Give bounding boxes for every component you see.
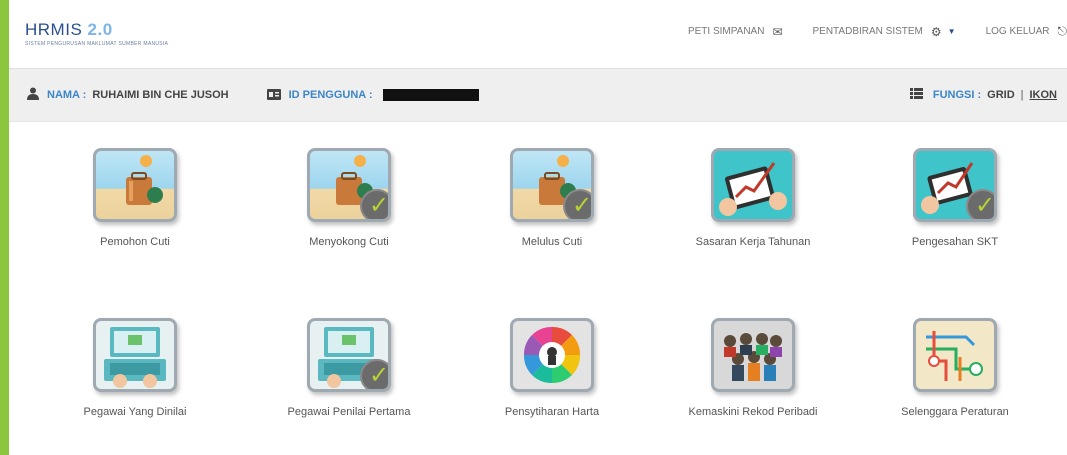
fungsi-separator: | [1020, 89, 1024, 101]
list-icon [909, 88, 923, 102]
user-icon [27, 87, 39, 103]
tablet-chart-icon [913, 148, 997, 222]
logo-version: 2.0 [87, 20, 113, 39]
tile-pegawai-penilai-pertama[interactable]: Pegawai Penilai Pertama [259, 318, 439, 418]
id-card-icon [266, 88, 281, 103]
fungsi-grid-link[interactable]: GRID [987, 89, 1015, 101]
luggage-beach-icon [93, 148, 177, 222]
checkmark-icon [563, 189, 591, 219]
tile-selenggara-peraturan[interactable]: Selenggara Peraturan [865, 318, 1045, 418]
tile-label: Melulus Cuti [521, 236, 583, 248]
checkmark-icon [966, 189, 994, 219]
tile-label: Selenggara Peraturan [901, 406, 1009, 418]
tile-pengesahan-skt[interactable]: Pengesahan SKT [865, 148, 1045, 248]
color-wheel-icon [510, 318, 594, 392]
tile-label: Pensytiharan Harta [504, 406, 600, 418]
tile-menyokong-cuti[interactable]: Menyokong Cuti [259, 148, 439, 248]
gear-icon: ⚙ [930, 24, 942, 39]
left-accent-bar [0, 0, 9, 455]
user-name-group: NAMA : RUHAIMI BIN CHE JUSOH [27, 87, 229, 103]
tile-pemohon-cuti[interactable]: Pemohon Cuti [45, 148, 225, 248]
luggage-beach-icon [510, 148, 594, 222]
top-nav: PETI SIMPANAN ✉ PENTADBIRAN SISTEM ⚙ ▼ L… [658, 24, 1067, 39]
tile-label: Kemaskini Rekod Peribadi [688, 406, 818, 418]
group-people-icon [711, 318, 795, 392]
logo-title: HRMIS [25, 20, 83, 39]
fungsi-ikon-link[interactable]: IKON [1030, 89, 1058, 101]
id-pengguna-redacted [382, 89, 479, 101]
nama-label: NAMA : [47, 89, 87, 101]
tile-sasaran-kerja-tahunan[interactable]: Sasaran Kerja Tahunan [663, 148, 843, 248]
fungsi-view-toggle: FUNGSI : GRID | IKON [909, 88, 1058, 102]
chevron-down-icon: ▼ [947, 27, 956, 36]
tile-melulus-cuti[interactable]: Melulus Cuti [462, 148, 642, 248]
tile-label: Pegawai Penilai Pertama [287, 406, 411, 418]
tile-pensytiharan-harta[interactable]: Pensytiharan Harta [462, 318, 642, 418]
envelope-icon: ✉ [772, 24, 783, 39]
user-id-group: ID PENGGUNA : [266, 88, 479, 103]
laptop-hands-icon [307, 318, 391, 392]
nav-log-keluar-label: LOG KELUAR [985, 26, 1050, 37]
luggage-beach-icon [307, 148, 391, 222]
laptop-hands-icon [93, 318, 177, 392]
header: HRMIS 2.0 SISTEM PENGURUSAN MAKLUMAT SUM… [9, 0, 1067, 68]
module-grid: Pemohon Cuti Menyokong Cuti Melulus Cuti… [9, 122, 1067, 455]
app-logo[interactable]: HRMIS 2.0 SISTEM PENGURUSAN MAKLUMAT SUM… [25, 20, 168, 47]
nav-peti-simpanan[interactable]: PETI SIMPANAN ✉ [688, 25, 783, 39]
id-pengguna-label: ID PENGGUNA : [288, 89, 373, 101]
checkmark-icon [360, 189, 388, 219]
nav-pentadbiran-sistem-label: PENTADBIRAN SISTEM [812, 26, 923, 37]
tile-label: Pengesahan SKT [911, 236, 999, 248]
nav-peti-simpanan-label: PETI SIMPANAN [687, 26, 765, 37]
tile-label: Sasaran Kerja Tahunan [695, 236, 811, 248]
tablet-chart-icon [711, 148, 795, 222]
tile-label: Pegawai Yang Dinilai [83, 406, 187, 418]
tile-label: Pemohon Cuti [100, 236, 170, 248]
tile-kemaskini-rekod-peribadi[interactable]: Kemaskini Rekod Peribadi [663, 318, 843, 418]
logo-subtitle: SISTEM PENGURUSAN MAKLUMAT SUMBER MANUSI… [25, 41, 169, 47]
checkmark-icon [360, 359, 388, 389]
logout-icon: ⎋ [1057, 24, 1067, 38]
nav-log-keluar[interactable]: LOG KELUAR ⎋ [986, 24, 1067, 39]
tile-label: Menyokong Cuti [309, 236, 389, 248]
tile-pegawai-yang-dinilai[interactable]: Pegawai Yang Dinilai [45, 318, 225, 418]
fungsi-label: FUNGSI : [932, 89, 982, 101]
flow-map-icon [913, 318, 997, 392]
user-info-bar: NAMA : RUHAIMI BIN CHE JUSOH ID PENGGUNA… [9, 68, 1067, 122]
nav-pentadbiran-sistem[interactable]: PENTADBIRAN SISTEM ⚙ ▼ [813, 25, 956, 39]
nama-value: RUHAIMI BIN CHE JUSOH [92, 89, 229, 101]
